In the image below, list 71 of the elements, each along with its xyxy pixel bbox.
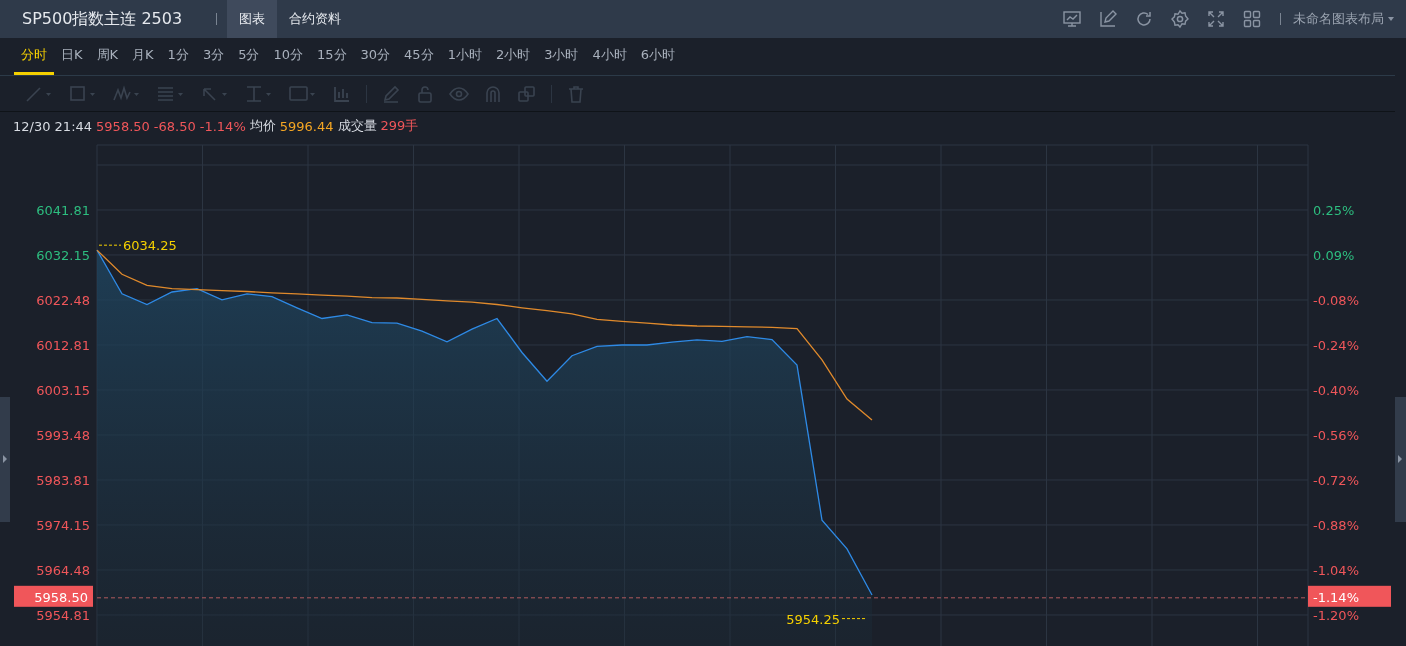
header-tab[interactable]: 图表: [227, 0, 278, 38]
leader-line: [841, 618, 867, 620]
measure-tool-icon[interactable]: [244, 83, 274, 104]
last-change-tag: -1.14%: [1308, 585, 1391, 607]
period-tab[interactable]: 30分: [353, 38, 398, 75]
price-axis-label: 6032.15: [36, 247, 90, 263]
magnet-icon[interactable]: [483, 83, 503, 104]
copy-icon[interactable]: [517, 83, 537, 104]
period-tab[interactable]: 3小时: [537, 38, 586, 75]
period-tab[interactable]: 1分: [160, 38, 196, 75]
period-tab[interactable]: 6小时: [633, 38, 683, 75]
last-price-tag: 5958.50: [14, 585, 93, 607]
percent-axis-label: -0.88%: [1313, 517, 1359, 533]
quote-info-text: 成交量: [337, 117, 377, 135]
period-tab[interactable]: 15分: [310, 38, 354, 75]
quote-info-text: -68.50: [153, 118, 196, 134]
trash-icon[interactable]: [566, 83, 586, 104]
percent-axis-label: -0.24%: [1313, 338, 1359, 353]
percent-axis-label: -1.04%: [1313, 563, 1359, 578]
period-tab[interactable]: 分时: [14, 38, 54, 75]
chart-monitor-icon[interactable]: [1062, 9, 1082, 29]
percent-axis-label: 0.09%: [1313, 247, 1355, 263]
percent-axis-label: 0.25%: [1313, 203, 1355, 218]
edit-icon[interactable]: [1098, 9, 1118, 29]
settings-icon[interactable]: [1170, 9, 1190, 29]
price-axis-label: 5954.81: [36, 608, 90, 623]
header-tab[interactable]: 合约资料: [277, 0, 354, 38]
quote-info-text: 299手: [380, 117, 419, 135]
price-axis-label: 5974.15: [36, 517, 90, 533]
quote-info-text: 5996.44: [279, 118, 334, 134]
period-tab[interactable]: 10分: [266, 38, 310, 75]
caret-icon: [1388, 17, 1394, 21]
leader-line: [98, 244, 122, 246]
price-axis-label: 5964.48: [36, 563, 90, 578]
layout-dropdown[interactable]: 未命名图表布局: [1291, 10, 1406, 28]
period-tab[interactable]: 1小时: [440, 38, 489, 75]
percent-axis-label: -0.08%: [1313, 292, 1359, 308]
percent-axis-label: -0.56%: [1313, 428, 1359, 443]
period-tab[interactable]: 2小时: [488, 38, 538, 75]
lock-icon[interactable]: [415, 83, 435, 104]
quote-info-text: 5958.50: [96, 118, 150, 134]
price-axis-label: 6022.48: [36, 292, 90, 308]
label-tool-icon[interactable]: [288, 83, 318, 104]
price-axis-label: 6041.81: [36, 203, 90, 218]
low-price-label: 5954.25: [786, 611, 840, 627]
percent-axis-label: -0.72%: [1313, 473, 1359, 488]
period-tab[interactable]: 5分: [231, 38, 267, 75]
fullscreen-icon[interactable]: [1206, 9, 1226, 29]
grid-layout-icon[interactable]: [1242, 9, 1262, 29]
price-axis-label: 5993.48: [36, 428, 90, 443]
quote-info-text: -1.14%: [199, 118, 246, 134]
quote-info-text: 均价: [249, 117, 276, 135]
collapse-left-handle[interactable]: [0, 397, 10, 522]
instrument-title: SP500指数主连 2503: [21, 8, 184, 30]
price-axis-label: 6003.15: [36, 382, 90, 398]
high-price-label: 6034.25: [123, 238, 177, 254]
rectangle-tool-icon[interactable]: [68, 83, 98, 104]
period-tab[interactable]: 3分: [195, 38, 232, 75]
percent-axis-label: -0.40%: [1313, 382, 1359, 398]
period-tab[interactable]: 月K: [125, 38, 161, 75]
period-tab[interactable]: 日K: [54, 38, 90, 75]
price-axis-label: 6012.81: [36, 338, 90, 353]
period-tab[interactable]: 周K: [89, 38, 126, 75]
pencil-icon[interactable]: [381, 83, 401, 104]
collapse-right-handle[interactable]: [1395, 397, 1406, 522]
refresh-icon[interactable]: [1134, 9, 1154, 29]
quote-info-text: 12/30 21:44: [13, 118, 93, 134]
period-tab[interactable]: 45分: [397, 38, 441, 75]
price-axis-label: 5983.81: [36, 473, 90, 488]
percent-axis-label: -1.20%: [1313, 608, 1359, 623]
period-tab[interactable]: 4小时: [585, 38, 634, 75]
